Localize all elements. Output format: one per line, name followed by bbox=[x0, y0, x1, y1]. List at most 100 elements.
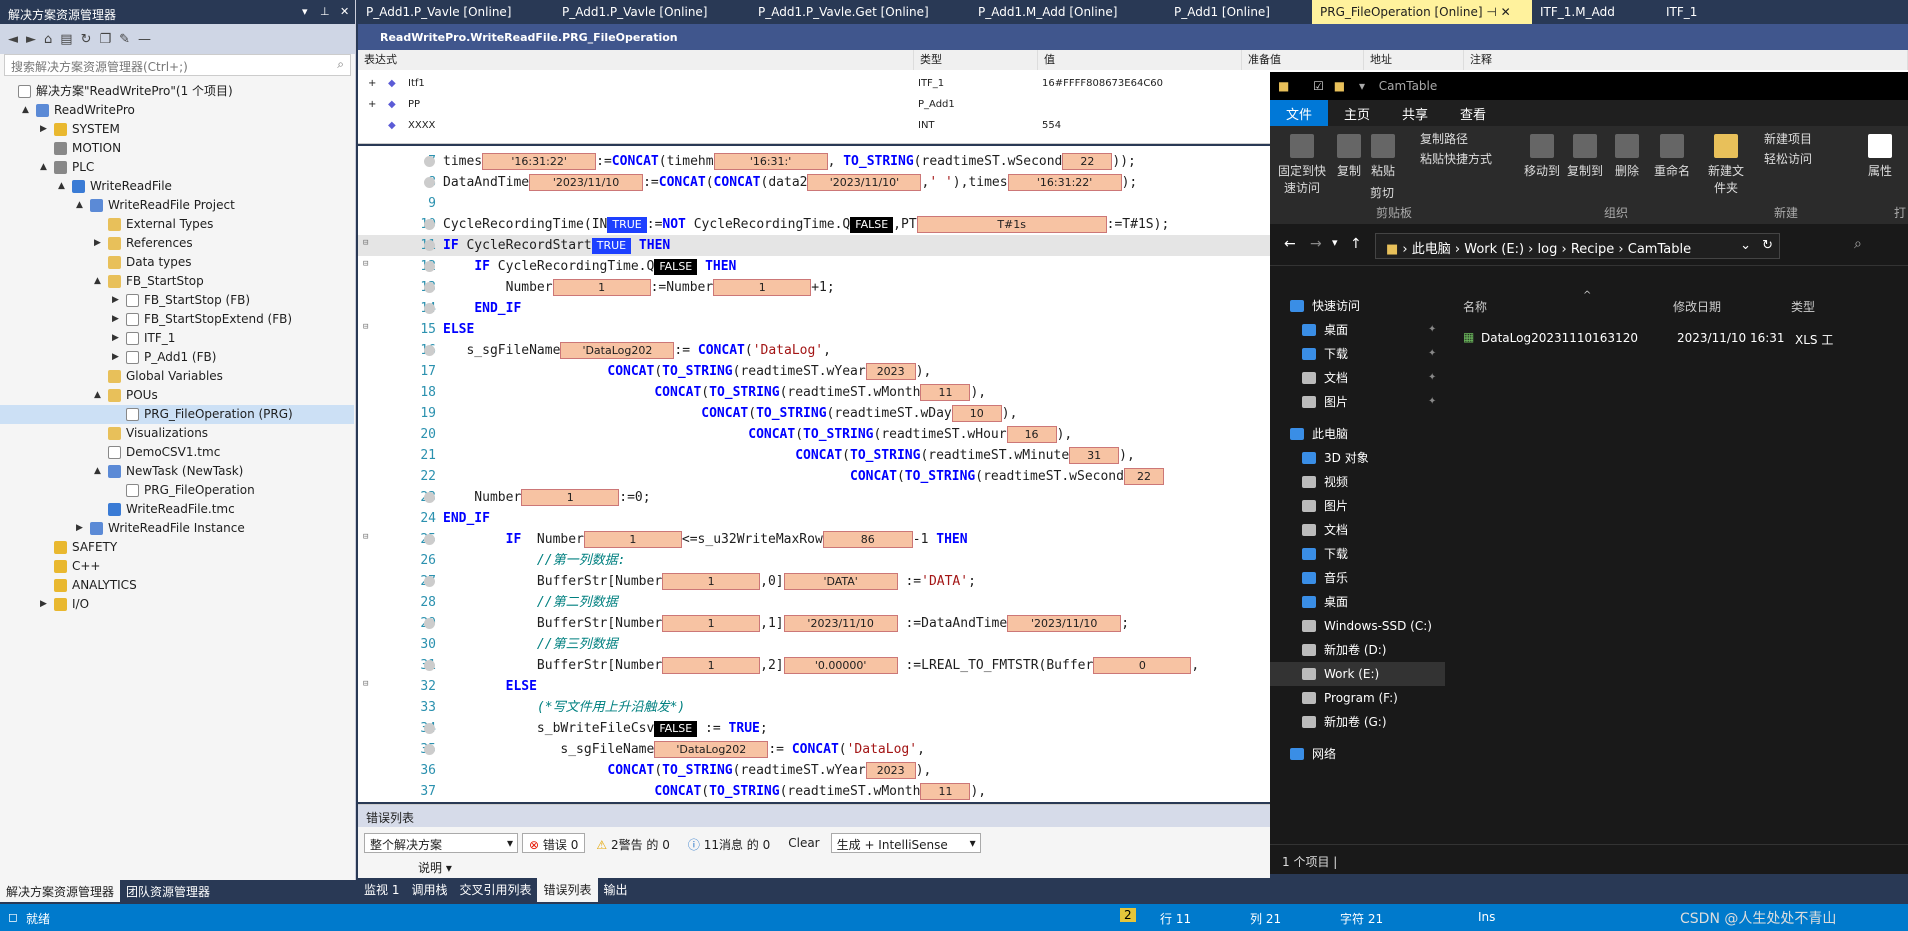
column-type[interactable]: 类型 bbox=[914, 50, 1038, 70]
pin-icon[interactable]: ✦ bbox=[1428, 342, 1436, 366]
column-date[interactable]: 修改日期 bbox=[1673, 298, 1721, 315]
online-value[interactable]: 'DataLog202 bbox=[654, 741, 769, 758]
tree-item[interactable]: Data types bbox=[0, 253, 354, 272]
fold-icon[interactable]: ⊟ bbox=[363, 680, 372, 689]
nav-item[interactable]: Windows-SSD (C:) bbox=[1270, 614, 1445, 638]
collapse-arrow-icon[interactable]: ▲ bbox=[94, 462, 101, 481]
breakpoint-icon[interactable] bbox=[424, 345, 435, 356]
tree-item[interactable]: External Types bbox=[0, 215, 354, 234]
nav-item[interactable]: 文档 ✦ bbox=[1270, 366, 1445, 390]
tree-item[interactable]: WriteReadFile.tmc bbox=[0, 500, 354, 519]
code-editor[interactable]: 7times'16:31:22':=CONCAT(timehm'16:31:',… bbox=[358, 146, 1270, 802]
search-input[interactable]: 搜索解决方案资源管理器(Ctrl+;) ⌕ bbox=[4, 54, 351, 76]
pin-icon[interactable]: ✦ bbox=[1428, 390, 1436, 414]
tree-item[interactable]: ▶ WriteReadFile Instance bbox=[0, 519, 354, 538]
bool-false-value[interactable]: FALSE bbox=[850, 216, 894, 233]
online-value[interactable]: 1 bbox=[662, 657, 761, 674]
status-notification-badge[interactable]: 2 bbox=[1120, 908, 1136, 922]
code-line[interactable]: ⊟ 15 ELSE bbox=[358, 319, 1270, 340]
code-line[interactable]: 36 CONCAT(TO_STRING(readtimeST.wYear 2023… bbox=[358, 760, 1270, 781]
expand-arrow-icon[interactable]: ▶ bbox=[112, 310, 119, 329]
tab-error-list[interactable]: 错误列表 bbox=[537, 878, 598, 902]
online-value[interactable]: '2023/11/10 bbox=[783, 615, 898, 632]
code-line[interactable]: 16 s_sgFileName'DataLog202:= CONCAT('Dat… bbox=[358, 340, 1270, 361]
nav-item[interactable]: 桌面 ✦ bbox=[1270, 318, 1445, 342]
messages-filter-button[interactable]: ⓘ 11消息 的 0 bbox=[680, 833, 778, 853]
up-icon[interactable]: ↑ bbox=[1350, 236, 1362, 252]
code-line[interactable]: 22 CONCAT(TO_STRING(readtimeST.wSecond 22 bbox=[358, 466, 1270, 487]
code-line[interactable]: 20 CONCAT(TO_STRING(readtimeST.wHour 16), bbox=[358, 424, 1270, 445]
breakpoint-icon[interactable] bbox=[424, 492, 435, 503]
code-line[interactable]: 31 BufferStr[Number1,2]'0.00000' :=LREAL… bbox=[358, 655, 1270, 676]
code-line[interactable]: 37 CONCAT(TO_STRING(readtimeST.wMonth 11)… bbox=[358, 781, 1270, 802]
tree-item[interactable]: SAFETY bbox=[0, 538, 354, 557]
online-value[interactable]: 10 bbox=[951, 405, 1002, 422]
code-line[interactable]: ⊟ 32 ELSE bbox=[358, 676, 1270, 697]
tree-item[interactable]: ANALYTICS bbox=[0, 576, 354, 595]
online-value[interactable]: '16:31:22' bbox=[1007, 174, 1122, 191]
code-line-current[interactable]: ⊟11IF CycleRecordStartTRUE THEN bbox=[358, 235, 1270, 256]
bool-false-value[interactable]: FALSE bbox=[654, 258, 698, 275]
recent-icon[interactable]: ▾ bbox=[1332, 236, 1338, 249]
nav-item[interactable]: Program (F:) bbox=[1270, 686, 1445, 710]
online-value[interactable]: 1 bbox=[583, 531, 682, 548]
breakpoint-icon[interactable] bbox=[424, 261, 435, 272]
online-value[interactable]: 'DATA' bbox=[783, 573, 898, 590]
tree-item[interactable]: ▲ FB_StartStop bbox=[0, 272, 354, 291]
pin-icon[interactable]: ⊥ bbox=[320, 5, 330, 18]
copy-path-button[interactable]: 复制路径 bbox=[1420, 130, 1468, 147]
online-value[interactable]: 1 bbox=[713, 279, 812, 296]
code-line[interactable]: 35 s_sgFileName'DataLog202:= CONCAT('Dat… bbox=[358, 739, 1270, 760]
online-value[interactable]: '2023/11/10 bbox=[529, 174, 644, 191]
breakpoint-icon[interactable] bbox=[424, 177, 435, 188]
column-description[interactable]: 说明 ▾ bbox=[418, 859, 452, 876]
easy-access-button[interactable]: 轻松访问 bbox=[1764, 150, 1812, 167]
properties-button[interactable]: 属性 bbox=[1862, 134, 1898, 179]
nav-item[interactable]: 3D 对象 bbox=[1270, 446, 1445, 470]
column-expression[interactable]: 表达式 bbox=[358, 50, 914, 70]
fold-icon[interactable]: ⊟ bbox=[363, 323, 372, 332]
breakpoint-icon[interactable] bbox=[424, 156, 435, 167]
tab-solution-explorer[interactable]: 解决方案资源管理器 bbox=[0, 880, 121, 902]
tab-team-explorer[interactable]: 团队资源管理器 bbox=[120, 880, 216, 902]
tree-item[interactable]: ▲ POUs bbox=[0, 386, 354, 405]
close-icon[interactable]: ✕ bbox=[340, 5, 349, 18]
paste-button[interactable]: 粘贴 bbox=[1368, 134, 1398, 179]
online-value[interactable]: T#1s bbox=[916, 216, 1107, 233]
editor-tab[interactable]: ITF_1.M_Add bbox=[1532, 0, 1658, 24]
nav-item[interactable]: 下载 ✦ bbox=[1270, 342, 1445, 366]
tree-item[interactable]: PRG_FileOperation bbox=[0, 481, 354, 500]
column-prepared-value[interactable]: 准备值 bbox=[1242, 50, 1364, 70]
nav-item[interactable]: 网络 bbox=[1270, 742, 1445, 766]
collapse-arrow-icon[interactable]: ▲ bbox=[22, 101, 29, 120]
tab-watch[interactable]: 监视 1 bbox=[358, 878, 405, 902]
refresh-icon[interactable]: ↻ bbox=[1762, 238, 1773, 253]
nav-item[interactable]: 文档 bbox=[1270, 518, 1445, 542]
breakpoint-icon[interactable] bbox=[424, 282, 435, 293]
online-value[interactable]: 31 bbox=[1069, 447, 1120, 464]
scope-dropdown[interactable]: 整个解决方案 ▾ bbox=[364, 833, 518, 853]
new-item-button[interactable]: 新建项目 bbox=[1764, 130, 1812, 147]
tree-item[interactable]: DemoCSV1.tmc bbox=[0, 443, 354, 462]
online-value[interactable]: 2023 bbox=[865, 363, 916, 380]
breakpoint-icon[interactable] bbox=[424, 744, 435, 755]
tree-item[interactable]: ▶ I/O bbox=[0, 595, 354, 614]
code-line[interactable]: 17 CONCAT(TO_STRING(readtimeST.wYear 2023… bbox=[358, 361, 1270, 382]
expand-arrow-icon[interactable]: ▶ bbox=[94, 234, 101, 253]
expand-icon[interactable]: + bbox=[368, 94, 376, 115]
copy-to-button[interactable]: 复制到 bbox=[1565, 134, 1605, 179]
code-line[interactable]: 19 CONCAT(TO_STRING(readtimeST.wDay 10), bbox=[358, 403, 1270, 424]
code-line[interactable]: 27 BufferStr[Number1,0]'DATA' :='DATA'; bbox=[358, 571, 1270, 592]
code-line[interactable]: 21 CONCAT(TO_STRING(readtimeST.wMinute 31… bbox=[358, 445, 1270, 466]
tree-item[interactable]: ▶ FB_StartStopExtend (FB) bbox=[0, 310, 354, 329]
breakpoint-icon[interactable] bbox=[424, 723, 435, 734]
online-value[interactable]: '2023/11/10' bbox=[807, 174, 922, 191]
tree-item[interactable]: ▶ P_Add1 (FB) bbox=[0, 348, 354, 367]
column-type[interactable]: 类型 bbox=[1791, 298, 1815, 315]
switch-view-icon[interactable]: ▤ bbox=[60, 32, 72, 47]
code-line[interactable]: 9 bbox=[358, 193, 1270, 214]
tab-view[interactable]: 查看 bbox=[1444, 100, 1502, 126]
collapse-icon[interactable]: — bbox=[138, 32, 151, 47]
tree-item[interactable]: ▲ WriteReadFile bbox=[0, 177, 354, 196]
breakpoint-icon[interactable] bbox=[424, 240, 435, 251]
